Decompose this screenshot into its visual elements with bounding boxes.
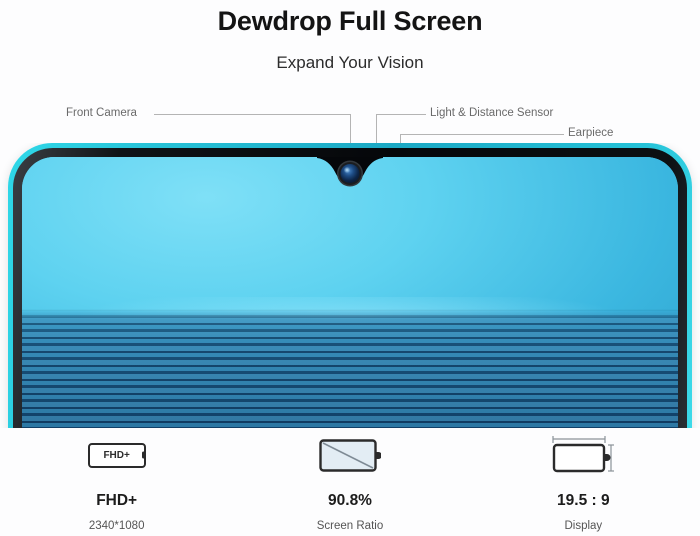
spec-caption-resolution: 2340*1080 [88,520,145,532]
spec-item-display-aspect: 19.5 : 9 Display [467,428,700,536]
phone-image [0,143,700,428]
leader-line-earpiece-horizontal [400,134,564,135]
screen-ratio-icon [319,438,381,472]
spec-caption-display-aspect: Display [564,520,603,532]
page-subtitle: Expand Your Vision [276,53,424,72]
spec-item-resolution: FHD+ FHD+ 2340*1080 [0,428,233,536]
dewdrop-full-screen-promo: Dewdrop Full Screen Expand Your Vision F… [0,0,700,536]
callout-label-light-distance-sensor: Light & Distance Sensor [430,107,554,119]
phone-bezel [13,148,687,428]
dewdrop-notch [317,157,383,186]
phone-screen [22,157,678,428]
front-camera-lens-icon [340,164,360,183]
spec-caption-screen-ratio: Screen Ratio [316,520,384,532]
wallpaper-water-ripples [22,309,678,428]
badge-notch-marker [141,451,145,459]
callout-label-earpiece: Earpiece [568,127,614,139]
spec-value-resolution: FHD+ [96,492,138,509]
leader-line-front-camera-horizontal [154,114,350,115]
display-aspect-icon [552,436,615,473]
fhd-plus-badge-icon: FHD+ [87,442,146,468]
spec-item-screen-ratio: 90.8% Screen Ratio [233,428,466,536]
spec-value-screen-ratio: 90.8% [328,492,372,509]
page-title: Dewdrop Full Screen [217,6,483,36]
phone-frame [8,143,692,428]
callout-label-front-camera: Front Camera [66,107,137,119]
leader-line-sensor-horizontal [376,114,426,115]
spec-row: FHD+ FHD+ 2340*1080 90.8% Screen Ratio 1… [0,428,700,536]
spec-value-display-aspect: 19.5 : 9 [557,492,610,509]
fhd-plus-badge-text: FHD+ [103,449,130,461]
